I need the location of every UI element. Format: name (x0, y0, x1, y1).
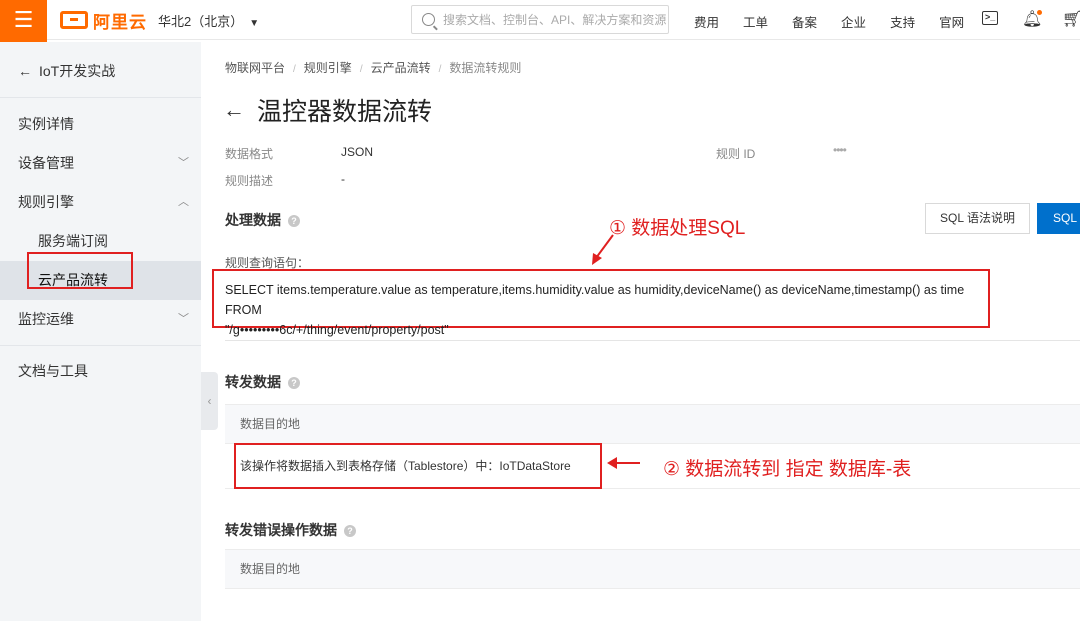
sidebar-item-label: 实例详情 (18, 116, 74, 132)
region-label: 华北2（北京） (158, 14, 244, 29)
section-title-text: 转发错误操作数据 (225, 522, 337, 538)
sidebar-item-label: 监控运维 (18, 311, 74, 327)
nav-official-site[interactable]: 官网 (939, 12, 964, 31)
sidebar-item-device-management[interactable]: 设备管理 ﹀ (0, 144, 201, 183)
sql-line: SELECT items.temperature.value as temper… (225, 283, 965, 317)
sidebar-back-link[interactable]: ← IoT开发实战 (0, 42, 201, 98)
top-nav-links: 费用 工单 备案 企业 支持 官网 (694, 12, 988, 31)
annotation-destination-note: ② 数据流转到 指定 数据库-表 (663, 459, 912, 480)
sidebar-item-monitoring[interactable]: 监控运维 ﹀ (0, 300, 201, 339)
error-forward-table-header: 数据目的地 (225, 549, 1080, 589)
sidebar-item-instance-details[interactable]: 实例详情 (0, 105, 201, 144)
nav-tickets[interactable]: 工单 (743, 12, 768, 31)
rule-id-label: 规则 ID (716, 147, 756, 161)
help-icon[interactable]: ? (288, 377, 300, 389)
data-format-value: JSON (341, 145, 374, 159)
breadcrumb-item[interactable]: 云产品流转 (371, 61, 431, 75)
annotation-arrow-icon (592, 234, 614, 265)
nav-support[interactable]: 支持 (890, 12, 915, 31)
breadcrumb-item[interactable]: 规则引擎 (304, 61, 352, 75)
section-title-text: 处理数据 (225, 212, 281, 228)
search-input[interactable] (443, 12, 668, 27)
aliyun-logo[interactable]: 阿里云 (60, 9, 147, 32)
sql-line: "/g•••••••••6c/+/thing/event/property/po… (225, 323, 449, 337)
sidebar-item-label: 设备管理 (18, 155, 74, 171)
back-arrow-icon[interactable]: ← (223, 97, 245, 123)
page-header: ← 温控器数据流转 (223, 92, 432, 128)
sql-syntax-help-button[interactable]: SQL 语法说明 (925, 203, 1030, 234)
sidebar-item-label: 规则引擎 (18, 194, 74, 210)
sidebar-back-label: IoT开发实战 (39, 63, 116, 79)
process-data-title: 处理数据? (225, 210, 300, 230)
rule-description-label: 规则描述 (225, 174, 274, 188)
breadcrumb: 物联网平台 / 规则引擎 / 云产品流转 / 数据流转规则 (225, 61, 522, 75)
caret-down-icon: ▼ (249, 18, 260, 29)
sidebar-item-rule-engine[interactable]: 规则引擎 ︿ (0, 183, 201, 222)
notification-dot (1037, 10, 1042, 15)
arrow-left-icon: ← (18, 63, 32, 79)
sidebar-item-label: 服务端订阅 (38, 233, 108, 249)
error-forward-title: 转发错误操作数据? (225, 520, 356, 540)
sql-query-text: SELECT items.temperature.value as temper… (225, 280, 987, 340)
chevron-up-icon: ︿ (178, 196, 189, 208)
breadcrumb-item[interactable]: 物联网平台 (225, 61, 285, 75)
section-title-text: 转发数据 (225, 374, 281, 390)
section-divider (225, 340, 1080, 341)
rule-description-value: - (341, 172, 345, 186)
logo-text: 阿里云 (93, 12, 147, 32)
sidebar: ← IoT开发实战 实例详情 设备管理 ﹀ 规则引擎 ︿ 服务端订阅 云产品流转 … (0, 42, 201, 621)
search-box[interactable] (411, 5, 669, 34)
active-item-highlight-box (27, 252, 133, 289)
hamburger-icon[interactable]: ☰ (0, 0, 47, 42)
cart-icon[interactable]: 🛒︎ (1062, 9, 1080, 29)
annotation-sql-note: ① 数据处理SQL (609, 218, 746, 239)
breadcrumb-current: 数据流转规则 (449, 61, 522, 75)
sidebar-item-label: 文档与工具 (18, 363, 88, 379)
nav-fees[interactable]: 费用 (694, 12, 719, 31)
terminal-icon[interactable]: >_ (982, 11, 998, 25)
edit-sql-button[interactable]: SQL (1037, 203, 1080, 234)
help-icon[interactable]: ? (288, 215, 300, 227)
destination-text: 该操作将数据插入到表格存储（Tablestore）中：IoTDataStore (240, 459, 571, 473)
sidebar-divider (0, 345, 201, 346)
rule-id-value: •••• (833, 143, 847, 157)
forward-table-header: 数据目的地 (225, 404, 1080, 444)
annotation-arrow-line (610, 462, 640, 464)
aliyun-logo-mark (60, 11, 88, 29)
nav-enterprise[interactable]: 企业 (841, 12, 866, 31)
top-navigation-bar: ☰ 阿里云 华北2（北京）▼ 费用 工单 备案 企业 支持 官网 >_ 🔔︎ 🛒… (0, 0, 1080, 42)
sidebar-item-docs-tools[interactable]: 文档与工具 (0, 352, 201, 391)
nav-icp-filing[interactable]: 备案 (792, 12, 817, 31)
chevron-down-icon: ﹀ (178, 313, 189, 325)
main-content: 物联网平台 / 规则引擎 / 云产品流转 / 数据流转规则 ← 温控器数据流转 数据格式 J… (201, 42, 1080, 621)
chevron-down-icon: ﹀ (178, 157, 189, 169)
help-icon[interactable]: ? (344, 525, 356, 537)
page-title: 温控器数据流转 (257, 98, 433, 126)
search-icon (422, 13, 435, 26)
region-selector[interactable]: 华北2（北京） ▼ (158, 11, 259, 30)
forward-data-title: 转发数据? (225, 372, 300, 392)
data-format-label: 数据格式 (225, 147, 274, 161)
